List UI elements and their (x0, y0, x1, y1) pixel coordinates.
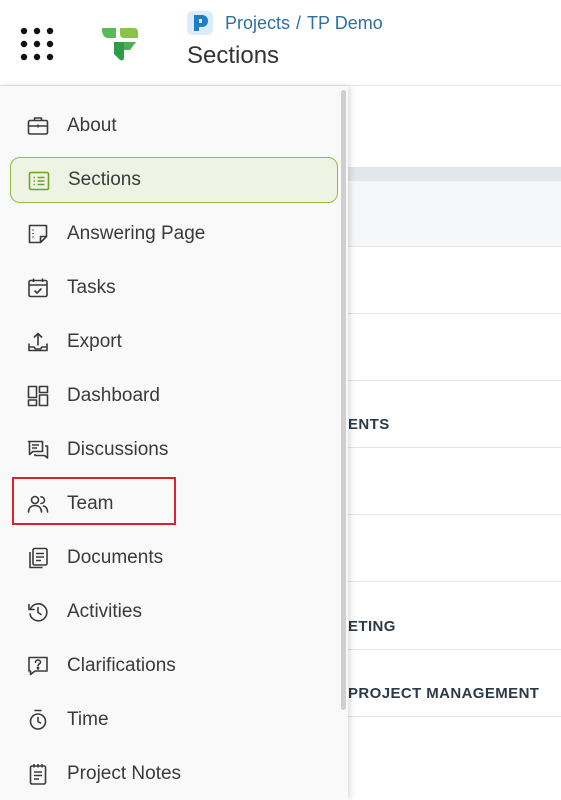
documents-icon (26, 546, 50, 570)
page-title: Sections (187, 42, 280, 69)
nav-item-discussions[interactable]: Discussions (10, 427, 338, 473)
apps-grid-icon[interactable] (20, 27, 54, 61)
project-badge-icon (187, 11, 213, 35)
scrollbar-thumb[interactable] (341, 90, 346, 710)
nav-item-dashboard[interactable]: Dashboard (10, 373, 338, 419)
table-header-row (348, 181, 561, 247)
breadcrumb-project-link[interactable]: TP Demo (307, 13, 383, 34)
nav-item-answering-page[interactable]: Answering Page (10, 211, 338, 257)
nav-item-export[interactable]: Export (10, 319, 338, 365)
nav-item-label: Dashboard (67, 385, 160, 406)
table-row[interactable] (348, 247, 561, 314)
nav-item-activities[interactable]: Activities (10, 589, 338, 635)
breadcrumb: Projects / TP Demo (187, 10, 383, 36)
nav-item-label: Time (67, 709, 109, 730)
team-highlight-box (12, 477, 176, 525)
nav-item-label: Sections (68, 169, 141, 190)
nav-item-label: Documents (67, 547, 164, 568)
table-row[interactable]: ETING (348, 583, 561, 650)
row-title: PROJECT MANAGEMENT (348, 685, 540, 702)
breadcrumb-separator: / (296, 12, 302, 33)
row-title: ETING (348, 618, 396, 635)
nav-item-project-notes[interactable]: Project Notes (10, 751, 338, 797)
nav-item-clarifications[interactable]: Clarifications (10, 643, 338, 689)
brand-logo[interactable] (100, 24, 140, 62)
table-row[interactable]: ENTS (348, 381, 561, 448)
table-row[interactable] (348, 314, 561, 381)
row-title: ENTS (348, 416, 390, 433)
nav-item-label: Export (67, 331, 122, 352)
nav-item-documents[interactable]: Documents (10, 535, 338, 581)
nav-item-label: Project Notes (67, 763, 182, 784)
chat-icon (26, 438, 50, 462)
note-icon (26, 222, 50, 246)
table-row[interactable] (348, 448, 561, 515)
table-toolbar-band (348, 167, 561, 181)
nav-item-tasks[interactable]: Tasks (10, 265, 338, 311)
nav-item-label: Clarifications (67, 655, 176, 676)
project-nav-drawer: About Sections Answering Page Tasks Expo… (0, 86, 348, 800)
nav-item-label: Activities (67, 601, 142, 622)
upload-icon (26, 330, 50, 354)
calendar-check-icon (26, 276, 50, 300)
list-icon (27, 169, 51, 193)
nav-item-label: About (67, 115, 117, 136)
breadcrumb-projects-link[interactable]: Projects (225, 13, 290, 34)
table-row[interactable]: PROJECT MANAGEMENT (348, 650, 561, 717)
question-chat-icon (26, 654, 50, 678)
sections-table: ENTS ETING PROJECT MANAGEMENT (348, 86, 561, 800)
nav-item-label: Answering Page (67, 223, 206, 244)
nav-item-about[interactable]: About (10, 103, 338, 149)
briefcase-icon (26, 114, 50, 138)
history-icon (26, 600, 50, 624)
stopwatch-icon (26, 708, 50, 732)
drawer-scrollbar[interactable] (340, 86, 348, 800)
dashboard-icon (26, 384, 50, 408)
nav-item-label: Discussions (67, 439, 169, 460)
table-row[interactable] (348, 515, 561, 582)
notes-icon (26, 762, 50, 786)
nav-item-label: Tasks (67, 277, 116, 298)
nav-item-sections[interactable]: Sections (10, 157, 338, 203)
app-header: Projects / TP Demo Sections (0, 0, 561, 86)
nav-item-time[interactable]: Time (10, 697, 338, 743)
